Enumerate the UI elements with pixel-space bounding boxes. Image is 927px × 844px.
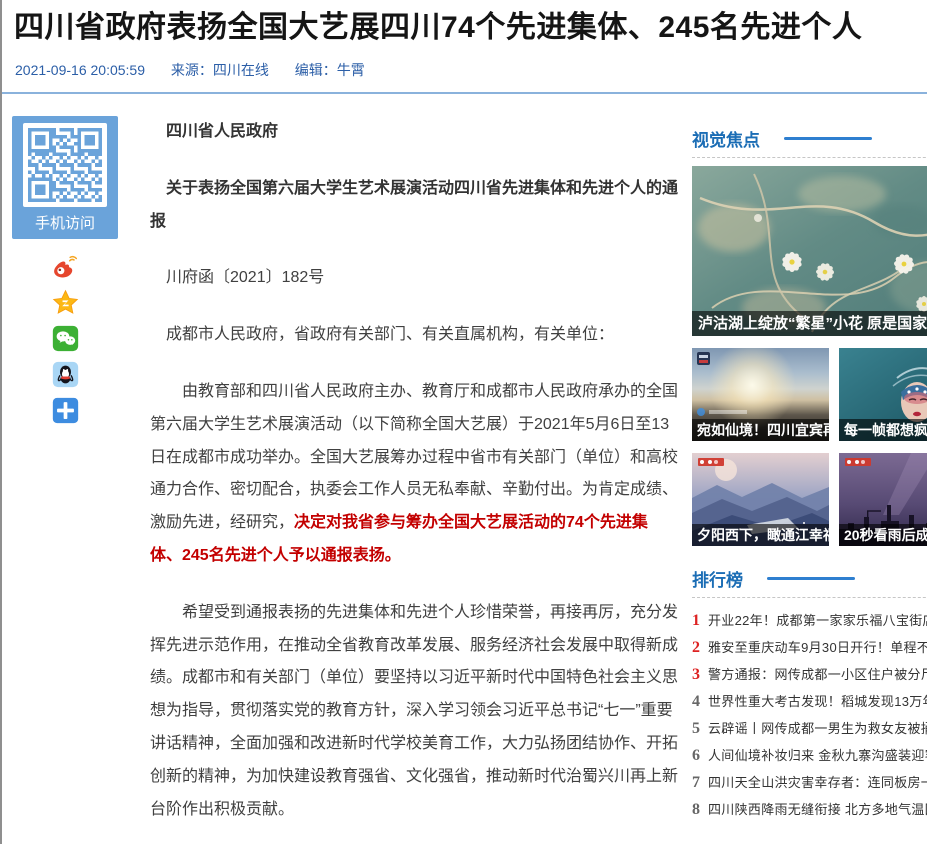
ranking-item[interactable]: 5云辟谣丨网传成都一男生为救女友被捅死？警: [692, 715, 927, 742]
thumbnail-opera-performer[interactable]: 每一帧都想疯狂截: [839, 348, 927, 441]
share-more-icon[interactable]: [52, 397, 79, 424]
ranking-item[interactable]: 4世界性重大考古发现！稻城发现13万年以前大: [692, 688, 927, 715]
wechat-icon[interactable]: [52, 325, 79, 352]
qq-icon[interactable]: [52, 361, 79, 388]
paragraph-1-text: 由教育部和四川省人民政府主办、教育厅和成都市人民政府承办的全国第六届大学生艺术展…: [150, 383, 678, 531]
paragraph-2: 希望受到通报表扬的先进集体和先进个人珍惜荣誉，再接再厉，充分发挥先进示范作用，在…: [150, 597, 678, 827]
org-heading: 四川省人民政府: [150, 116, 678, 149]
rank-headline[interactable]: 雅安至重庆动车9月30日开行！单程不到4小时: [708, 634, 927, 661]
rank-number: 1: [692, 607, 708, 634]
salutation: 成都市人民政府，省政府有关部门、有关直属机构，有关单位：: [150, 319, 678, 352]
thumbnail-yibin-sunrise[interactable]: 宛如仙境！四川宜宾再...: [692, 348, 829, 441]
article-meta: 2021-09-16 20:05:59 来源：四川在线 编辑：牛霄: [15, 60, 927, 80]
rank-headline[interactable]: 世界性重大考古发现！稻城发现13万年以前大: [708, 688, 927, 715]
ranking-item[interactable]: 3警方通报：网传成都一小区住户被分尸扔下楼: [692, 661, 927, 688]
ranking-title: 排行榜: [692, 566, 743, 591]
rank-headline[interactable]: 云辟谣丨网传成都一男生为救女友被捅死？警: [708, 715, 927, 742]
section-accent-line: [784, 137, 872, 140]
section-dashed-divider: [692, 157, 927, 158]
thumbnail-caption[interactable]: 夕阳西下，瞰通江幸福...: [692, 524, 829, 546]
paragraph-1: 由教育部和四川省人民政府主办、教育厅和成都市人民政府承办的全国第六届大学生艺术展…: [150, 376, 678, 573]
ranking-item[interactable]: 8四川陕西降雨无缝衔接 北方多地气温回升: [692, 796, 927, 823]
rank-headline[interactable]: 四川天全山洪灾害幸存者：连同板房一起被冲: [708, 769, 927, 796]
qr-label: 手机访问: [12, 212, 118, 233]
thumbnail-caption[interactable]: 20秒看雨后成都丨: [839, 524, 927, 546]
featured-image-caption[interactable]: 泸沽湖上绽放“繁星”小花 原是国家重点保护植物: [692, 311, 927, 336]
rank-headline[interactable]: 警方通报：网传成都一小区住户被分尸扔下楼: [708, 661, 927, 688]
rank-number: 8: [692, 796, 708, 823]
ranking-header: 排行榜: [692, 566, 927, 590]
ranking-item[interactable]: 6人间仙境补妆归来 金秋九寨沟盛装迎客: [692, 742, 927, 769]
rank-number: 4: [692, 688, 708, 715]
section-dashed-divider: [692, 597, 927, 598]
thumbnail-caption[interactable]: 每一帧都想疯狂截: [839, 419, 927, 441]
featured-image-lugu-flowers[interactable]: 泸沽湖上绽放“繁星”小花 原是国家重点保护植物: [692, 166, 927, 336]
news-article-page: 四川省政府表扬全国大艺展四川74个先进集体、245名先进个人 2021-09-1…: [0, 0, 927, 844]
rank-headline[interactable]: 开业22年！成都第一家家乐福八宝街店9月30日: [708, 607, 927, 634]
watermark: [697, 408, 747, 416]
ranking-item[interactable]: 7四川天全山洪灾害幸存者：连同板房一起被冲: [692, 769, 927, 796]
rank-number: 5: [692, 715, 708, 742]
document-title: 关于表扬全国第六届大学生艺术展演活动四川省先进集体和先进个人的通报: [150, 173, 678, 239]
thumbnail-caption[interactable]: 宛如仙境！四川宜宾再...: [692, 419, 829, 441]
rank-number: 6: [692, 742, 708, 769]
article-body: 四川省人民政府 关于表扬全国第六届大学生艺术展演活动四川省先进集体和先进个人的通…: [150, 116, 692, 844]
mobile-qr-box: 手机访问: [12, 116, 118, 239]
video-channel-badge: [697, 352, 710, 365]
visual-focus-header: 视觉焦点: [692, 126, 927, 150]
editor-label: 编辑：牛霄: [295, 62, 365, 78]
ranking-list: 1开业22年！成都第一家家乐福八宝街店9月30日 2雅安至重庆动车9月30日开行…: [692, 607, 927, 823]
rank-number: 3: [692, 661, 708, 688]
rank-number: 7: [692, 769, 708, 796]
qzone-icon[interactable]: [52, 289, 79, 316]
broadcaster-badge: [698, 458, 724, 466]
section-accent-line: [767, 577, 855, 580]
rank-headline[interactable]: 四川陕西降雨无缝衔接 北方多地气温回升: [708, 796, 927, 823]
thumbnail-chengdu-after-rain[interactable]: 20秒看雨后成都丨: [839, 453, 927, 546]
publish-datetime: 2021-09-16 20:05:59: [15, 62, 145, 78]
rank-headline[interactable]: 人间仙境补妆归来 金秋九寨沟盛装迎客: [708, 742, 927, 769]
visual-focus-title: 视觉焦点: [692, 126, 760, 151]
page-title: 四川省政府表扬全国大艺展四川74个先进集体、245名先进个人: [14, 8, 927, 47]
qr-code: [23, 123, 107, 207]
weibo-icon[interactable]: [52, 253, 79, 280]
share-rail: 手机访问: [2, 116, 150, 844]
sidebar: 视觉焦点: [692, 116, 927, 844]
ranking-item[interactable]: 1开业22年！成都第一家家乐福八宝街店9月30日: [692, 607, 927, 634]
document-number: 川府函〔2021〕182号: [150, 262, 678, 295]
qr-code-icon: [28, 128, 102, 202]
thumbnail-tongjiang-sunset[interactable]: 夕阳西下，瞰通江幸福...: [692, 453, 829, 546]
source-label: 来源：四川在线: [171, 62, 269, 78]
focus-thumbnail-grid: 宛如仙境！四川宜宾再...: [692, 348, 927, 546]
broadcaster-badge: [845, 458, 871, 466]
ranking-item[interactable]: 2雅安至重庆动车9月30日开行！单程不到4小时: [692, 634, 927, 661]
rank-number: 2: [692, 634, 708, 661]
